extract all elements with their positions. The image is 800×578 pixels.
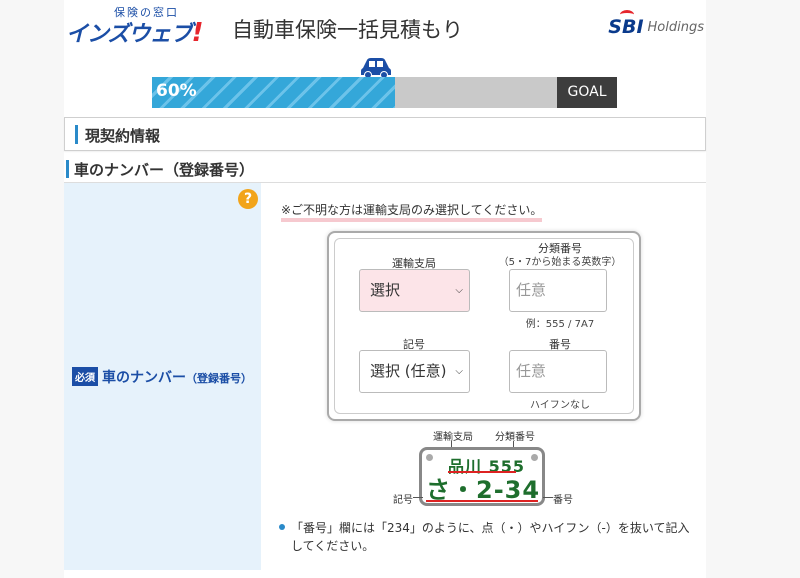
- required-badge: 必須: [72, 367, 98, 386]
- class-number-input[interactable]: 任意: [509, 269, 607, 312]
- progress-bar: 60% GOAL: [152, 77, 617, 108]
- plate-input-card: 運輸支局 選択 ⌵ 分類番号 （5・7から始まる英数字） 任意 例：555 / …: [327, 231, 641, 421]
- progress-indicator: 60% GOAL: [152, 54, 617, 109]
- bullet-icon: [279, 524, 285, 530]
- number-hint: ハイフンなし: [530, 400, 590, 411]
- left-margin: [0, 0, 64, 578]
- progress-fill: 60%: [152, 77, 395, 108]
- subsection-header: 車のナンバー（登録番号）: [64, 157, 706, 183]
- section-title: 現契約情報: [85, 127, 161, 145]
- field-label-sub: （登録番号）: [186, 372, 252, 385]
- sbi-mark: SBI: [608, 10, 644, 38]
- input-note-text: 「番号」欄には「234」のように、点（・）やハイフン（-）を抜いて記入してくださ…: [291, 521, 690, 553]
- plate-label-kana: 記号: [393, 495, 413, 506]
- progress-percent: 60%: [156, 81, 197, 101]
- kana-select-value: 選択 (任意): [370, 362, 447, 380]
- plate-underline-bottom: [426, 500, 538, 502]
- plate-label-number: 番号: [553, 495, 573, 506]
- question-circle-icon[interactable]: ?: [238, 189, 258, 209]
- sbi-holdings-logo: SBI Holdings: [608, 10, 704, 38]
- plate-bolt: [531, 454, 538, 461]
- kana-select[interactable]: 選択 (任意) ⌵: [359, 350, 470, 393]
- input-note: 「番号」欄には「234」のように、点（・）やハイフン（-）を抜いて記入してくださ…: [279, 519, 699, 555]
- plate-underline-top: [448, 471, 516, 473]
- class-sublabel: （5・7から始まる英数字）: [498, 257, 622, 268]
- bureau-select[interactable]: 選択 ⌵: [359, 269, 470, 312]
- field-label: 車のナンバー（登録番号）: [102, 367, 252, 387]
- leader-line-number: [543, 497, 553, 498]
- logo-bang: !: [191, 18, 204, 48]
- goal-label: GOAL: [557, 77, 617, 108]
- class-example: 例：555 / 7A7: [525, 319, 595, 330]
- logo-text: インズウェブ: [66, 22, 193, 47]
- form-row-license-plate: ? 必須 車のナンバー（登録番号） ※ご不明な方は運輸支局のみ選択してください。…: [64, 183, 706, 570]
- sbi-holdings-text: Holdings: [647, 19, 704, 35]
- number-input[interactable]: 任意: [509, 350, 607, 393]
- section-accent: [75, 125, 78, 144]
- page: 保険の窓口 インズウェブ! 自動車保険一括見積もり SBI Holdings 6…: [0, 0, 800, 578]
- chevron-down-icon: ⌵: [455, 366, 463, 377]
- page-title: 自動車保険一括見積もり: [232, 18, 463, 42]
- plate-bolt: [426, 454, 433, 461]
- field-content-column: ※ご不明な方は運輸支局のみ選択してください。 運輸支局 選択 ⌵ 分類番号 （5…: [261, 183, 706, 570]
- plate-label-bureau: 運輸支局: [433, 432, 473, 443]
- field-label-column: ? 必須 車のナンバー（登録番号）: [64, 183, 261, 570]
- license-plate-diagram: 運輸支局 分類番号 品川 555 さ・2-34 記号 番号: [393, 427, 583, 511]
- subsection-title: 車のナンバー（登録番号）: [74, 161, 255, 179]
- section-current-contract: 現契約情報: [64, 117, 706, 151]
- license-plate: 品川 555 さ・2-34: [419, 447, 545, 506]
- field-label-main: 車のナンバー: [102, 370, 186, 386]
- chevron-down-icon: ⌵: [455, 285, 463, 296]
- insweb-logo[interactable]: インズウェブ!: [66, 16, 204, 48]
- subsection-accent: [66, 160, 69, 178]
- notice-text: ※ご不明な方は運輸支局のみ選択してください。: [281, 201, 543, 222]
- right-margin: [706, 0, 800, 578]
- leader-line-kana: [413, 497, 423, 498]
- header: 保険の窓口 インズウェブ! 自動車保険一括見積もり SBI Holdings: [64, 0, 706, 52]
- bureau-select-value: 選択: [370, 281, 401, 299]
- plate-label-class: 分類番号: [495, 432, 535, 443]
